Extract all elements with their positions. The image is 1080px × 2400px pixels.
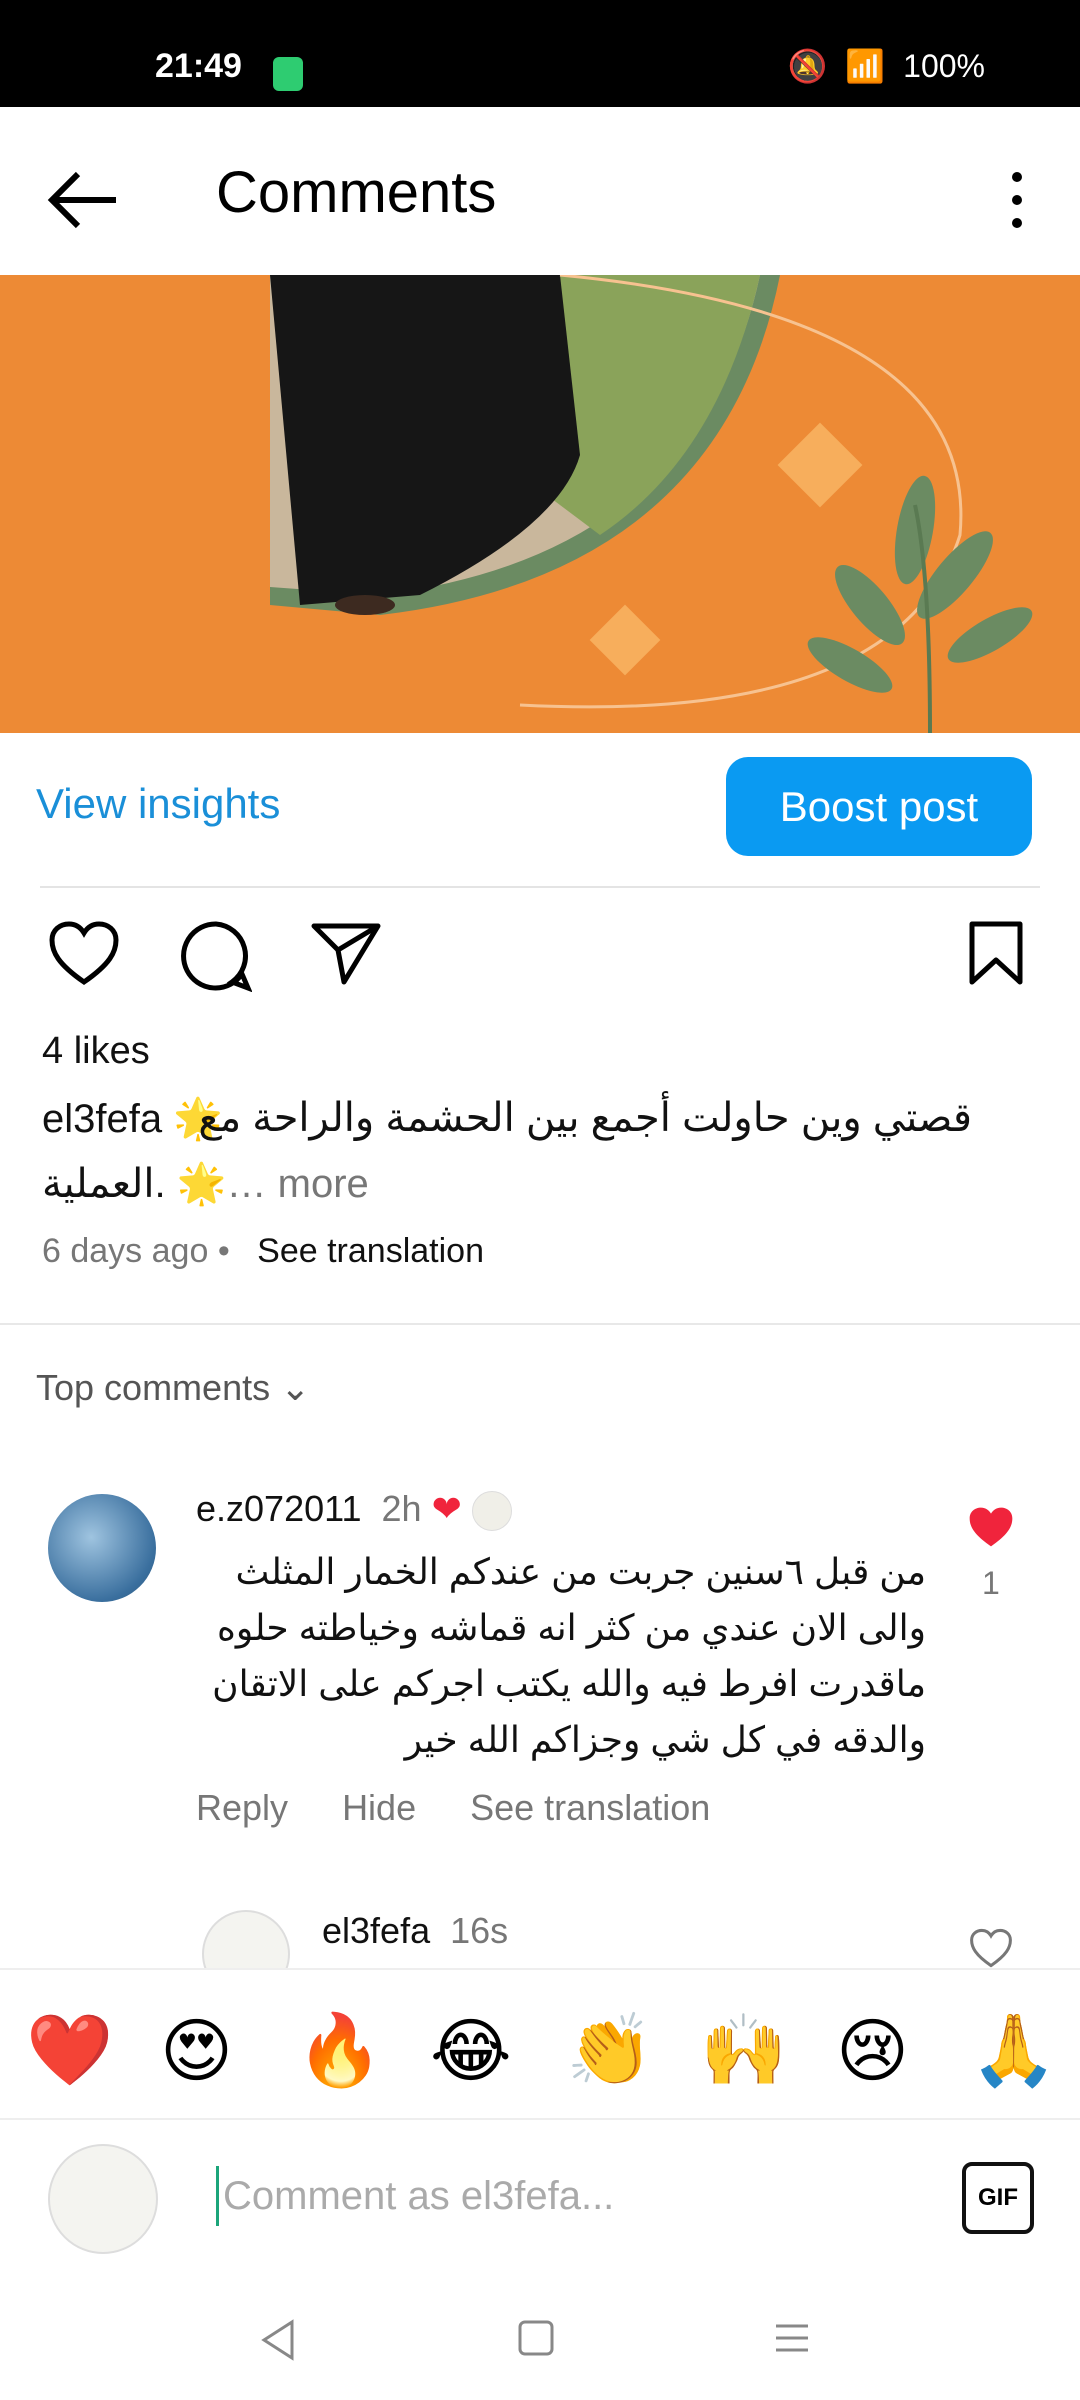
sparkle-emoji: 🌟 <box>176 1162 227 1206</box>
save-icon[interactable] <box>966 920 1026 986</box>
post-caption-line2: العملية. 🌟… more <box>42 1160 369 1207</box>
view-insights-link[interactable]: View insights <box>36 780 280 828</box>
caption-text-line2: العملية. <box>42 1162 166 1206</box>
battery-label: 100% <box>903 47 985 84</box>
chevron-down-icon: ⌄ <box>280 1367 311 1408</box>
post-image-art <box>0 275 1080 733</box>
emoji-heart[interactable]: ❤️ <box>26 2010 113 2092</box>
comment-username[interactable]: e.z072011 <box>196 1488 361 1529</box>
quick-emoji-bar: ❤️ 😍 🔥 😂 👏 🙌 😢 🙏 <box>0 1968 1080 2120</box>
see-translation-link[interactable]: See translation <box>470 1787 710 1828</box>
back-arrow-icon[interactable] <box>46 165 126 235</box>
like-icon[interactable] <box>48 920 120 986</box>
comment-header: e.z072011 2h ❤ <box>196 1488 512 1532</box>
more-options-icon[interactable] <box>1002 165 1032 235</box>
post-meta: 6 days ago • See translation <box>42 1232 484 1271</box>
hide-button[interactable]: Hide <box>342 1787 416 1828</box>
system-nav-bar <box>0 2278 1080 2400</box>
nav-back-icon[interactable] <box>258 2318 298 2362</box>
mute-icon: 🔕 <box>787 48 828 84</box>
reply-time: 16s <box>450 1910 509 1951</box>
header: Comments <box>0 107 1080 275</box>
creator-avatar-icon <box>471 1491 512 1532</box>
nav-home-icon[interactable] <box>516 2318 556 2358</box>
page-title: Comments <box>216 160 497 225</box>
emoji-fire[interactable]: 🔥 <box>296 2010 383 2092</box>
comment-like-count: 1 <box>982 1565 1000 1601</box>
avatar[interactable] <box>48 1494 156 1602</box>
comment-actions: Reply Hide See translation <box>196 1787 754 1829</box>
top-comments-sort[interactable]: Top comments ⌄ <box>36 1367 310 1409</box>
battery-saver-icon <box>273 57 303 91</box>
comment-icon[interactable] <box>180 920 252 992</box>
emoji-laughing[interactable]: 😂 <box>430 2010 512 2092</box>
wifi-icon: 📶 <box>845 48 886 84</box>
divider <box>40 886 1040 888</box>
see-translation-link[interactable]: See translation <box>257 1232 484 1270</box>
divider <box>0 1323 1080 1325</box>
comment-time: 2h <box>381 1488 422 1529</box>
post-image[interactable] <box>0 275 1080 733</box>
boost-post-button[interactable]: Boost post <box>726 757 1032 856</box>
comment-input[interactable]: Comment as el3fefa... <box>216 2166 923 2226</box>
user-avatar <box>48 2144 158 2254</box>
emoji-praying[interactable]: 🙏 <box>970 2010 1057 2092</box>
likes-count[interactable]: 4 likes <box>42 1030 150 1073</box>
reply-username[interactable]: el3fefa <box>322 1910 430 1951</box>
status-icons: 🔕 📶 100% <box>787 47 985 85</box>
liked-by-creator-heart-icon: ❤ <box>431 1488 462 1529</box>
top-comments-label: Top comments <box>36 1367 271 1408</box>
gif-button[interactable]: GIF <box>962 2162 1034 2234</box>
caption-text-line1: قصتي وين حاولت أجمع بين الحشمة والراحة م… <box>198 1096 972 1140</box>
comment-input-row: Comment as el3fefa... GIF <box>0 2118 1080 2280</box>
post-caption: el3fefa 🌟 قصتي وين حاولت أجمع بين الحشمة… <box>42 1095 1042 1142</box>
share-icon[interactable] <box>310 920 382 986</box>
post-time: 6 days ago <box>42 1232 209 1270</box>
emoji-clapping[interactable]: 👏 <box>566 2010 653 2092</box>
comment-text: من قبل ٦سنين جربت من عندكم الخمار المثلث… <box>212 1551 926 1760</box>
reply-header: el3fefa 16s <box>322 1910 508 1952</box>
reply-like-heart-icon[interactable] <box>966 1928 1016 1968</box>
dot-separator: • <box>217 1232 240 1270</box>
reply-button[interactable]: Reply <box>196 1787 288 1828</box>
emoji-crying[interactable]: 😢 <box>836 2010 909 2092</box>
comment-like-heart-icon[interactable] <box>966 1505 1016 1549</box>
nav-recents-icon[interactable] <box>772 2318 812 2358</box>
emoji-heart-eyes[interactable]: 😍 <box>160 2010 233 2092</box>
status-time: 21:49 <box>155 47 242 85</box>
more-link[interactable]: … more <box>227 1162 369 1206</box>
emoji-raised-hands[interactable]: 🙌 <box>700 2010 787 2092</box>
status-bar: 21:49 🔕 📶 100% <box>0 0 1080 107</box>
caption-username[interactable]: el3fefa <box>42 1097 162 1141</box>
